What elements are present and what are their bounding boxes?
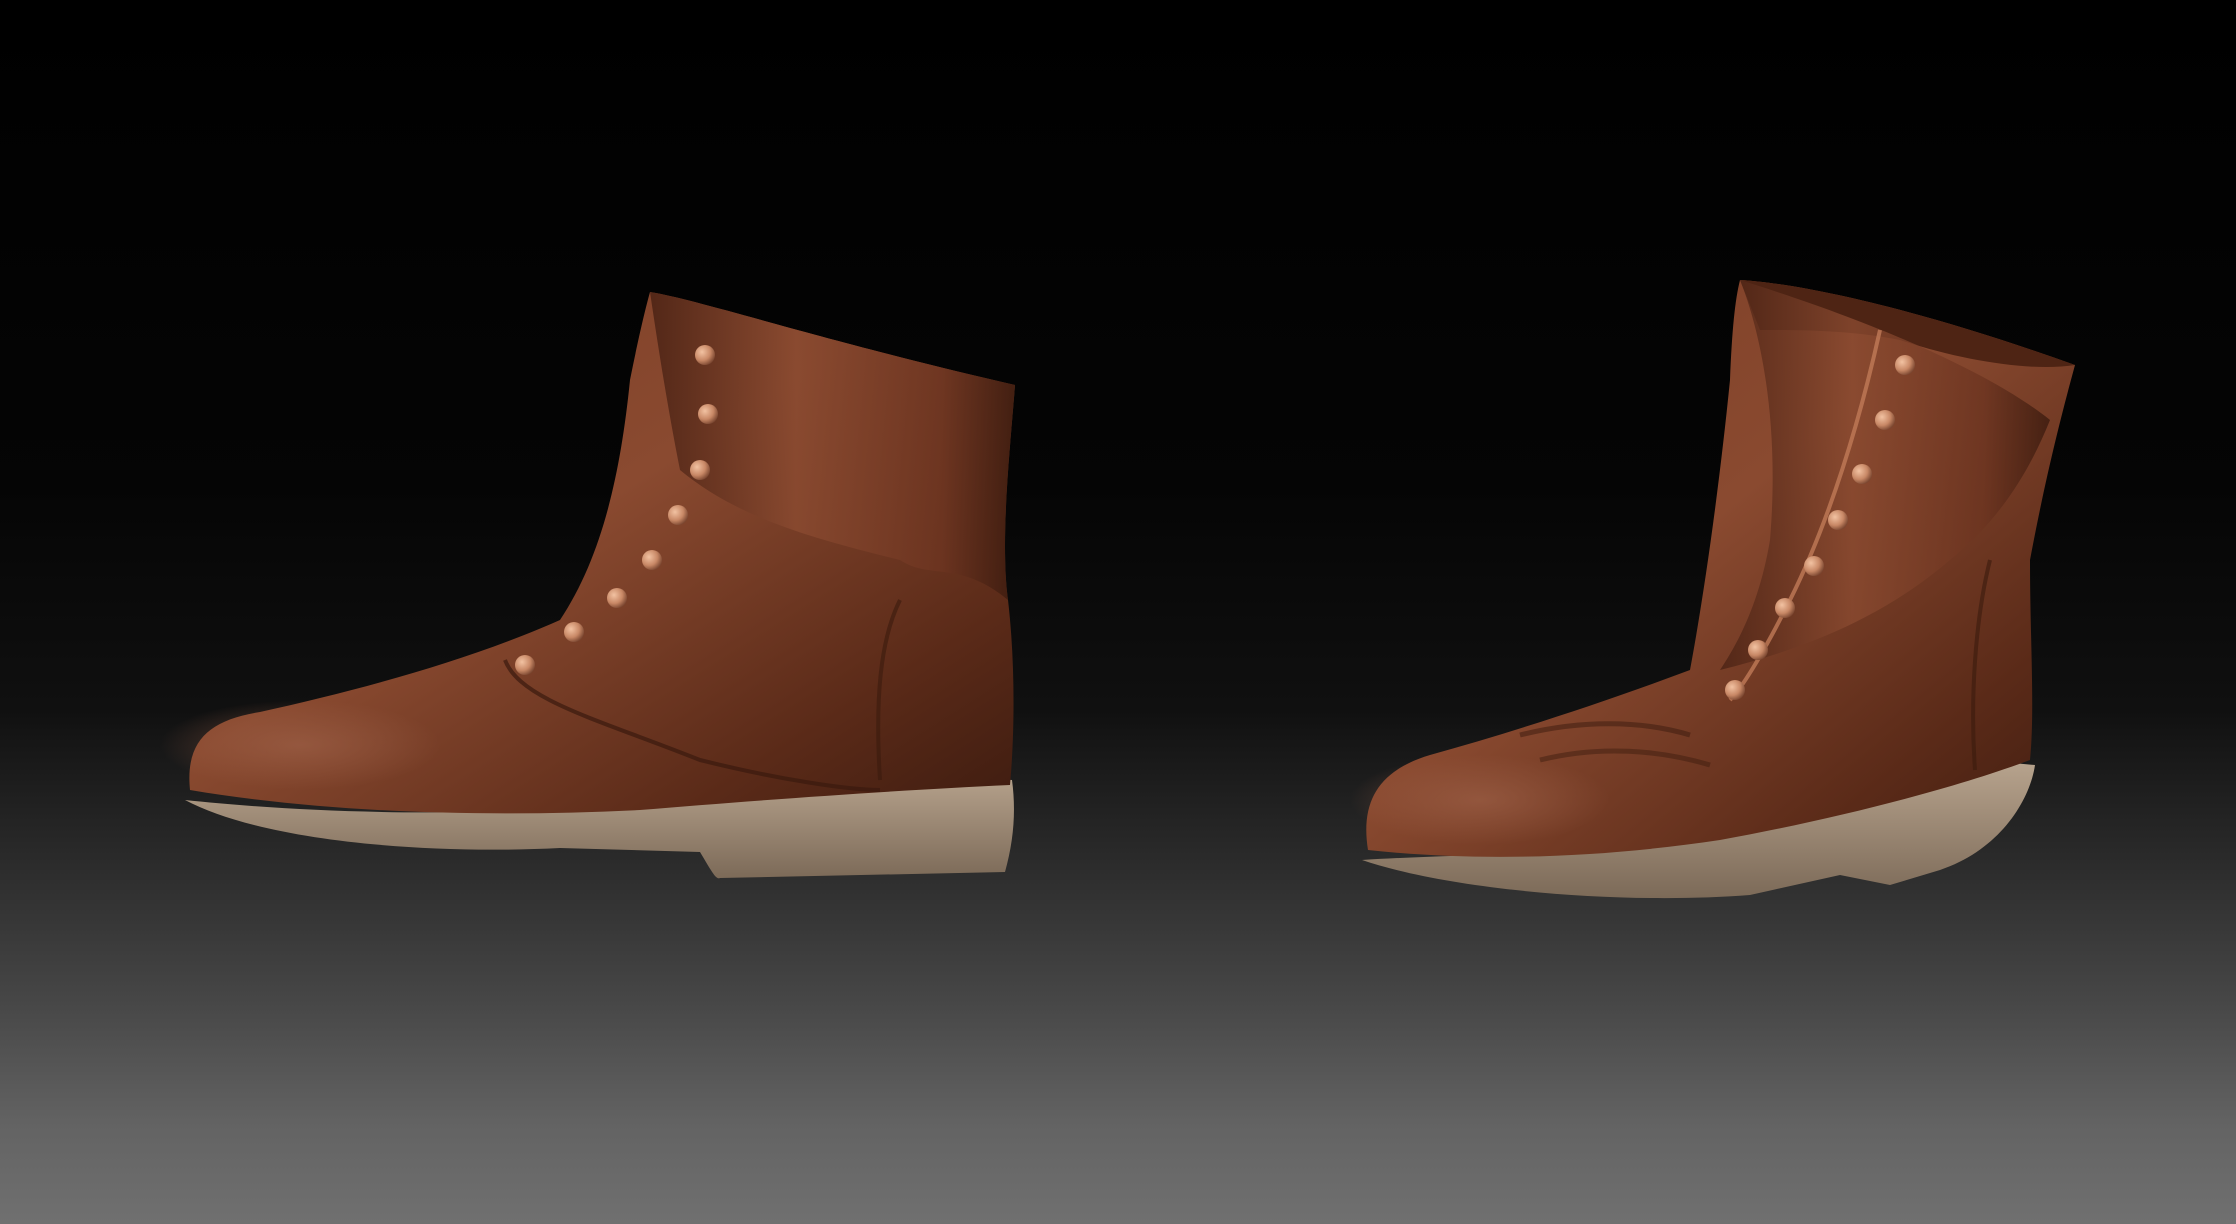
button	[564, 622, 584, 642]
button	[668, 505, 688, 525]
button	[515, 655, 535, 675]
button	[1895, 355, 1915, 375]
left-boot	[160, 292, 1015, 879]
boots-render	[160, 280, 2075, 899]
button	[1725, 680, 1745, 700]
left-boot-toe-shine	[160, 700, 440, 790]
button	[1804, 556, 1824, 576]
button	[695, 345, 715, 365]
button	[1875, 410, 1895, 430]
button	[607, 588, 627, 608]
right-boot	[1350, 280, 2075, 899]
button	[1748, 640, 1768, 660]
button	[1828, 510, 1848, 530]
button	[642, 550, 662, 570]
button	[1852, 464, 1872, 484]
button	[690, 460, 710, 480]
render-viewport	[0, 0, 2236, 1224]
button	[698, 404, 718, 424]
right-boot-toe-shine	[1350, 755, 1610, 845]
button	[1775, 598, 1795, 618]
